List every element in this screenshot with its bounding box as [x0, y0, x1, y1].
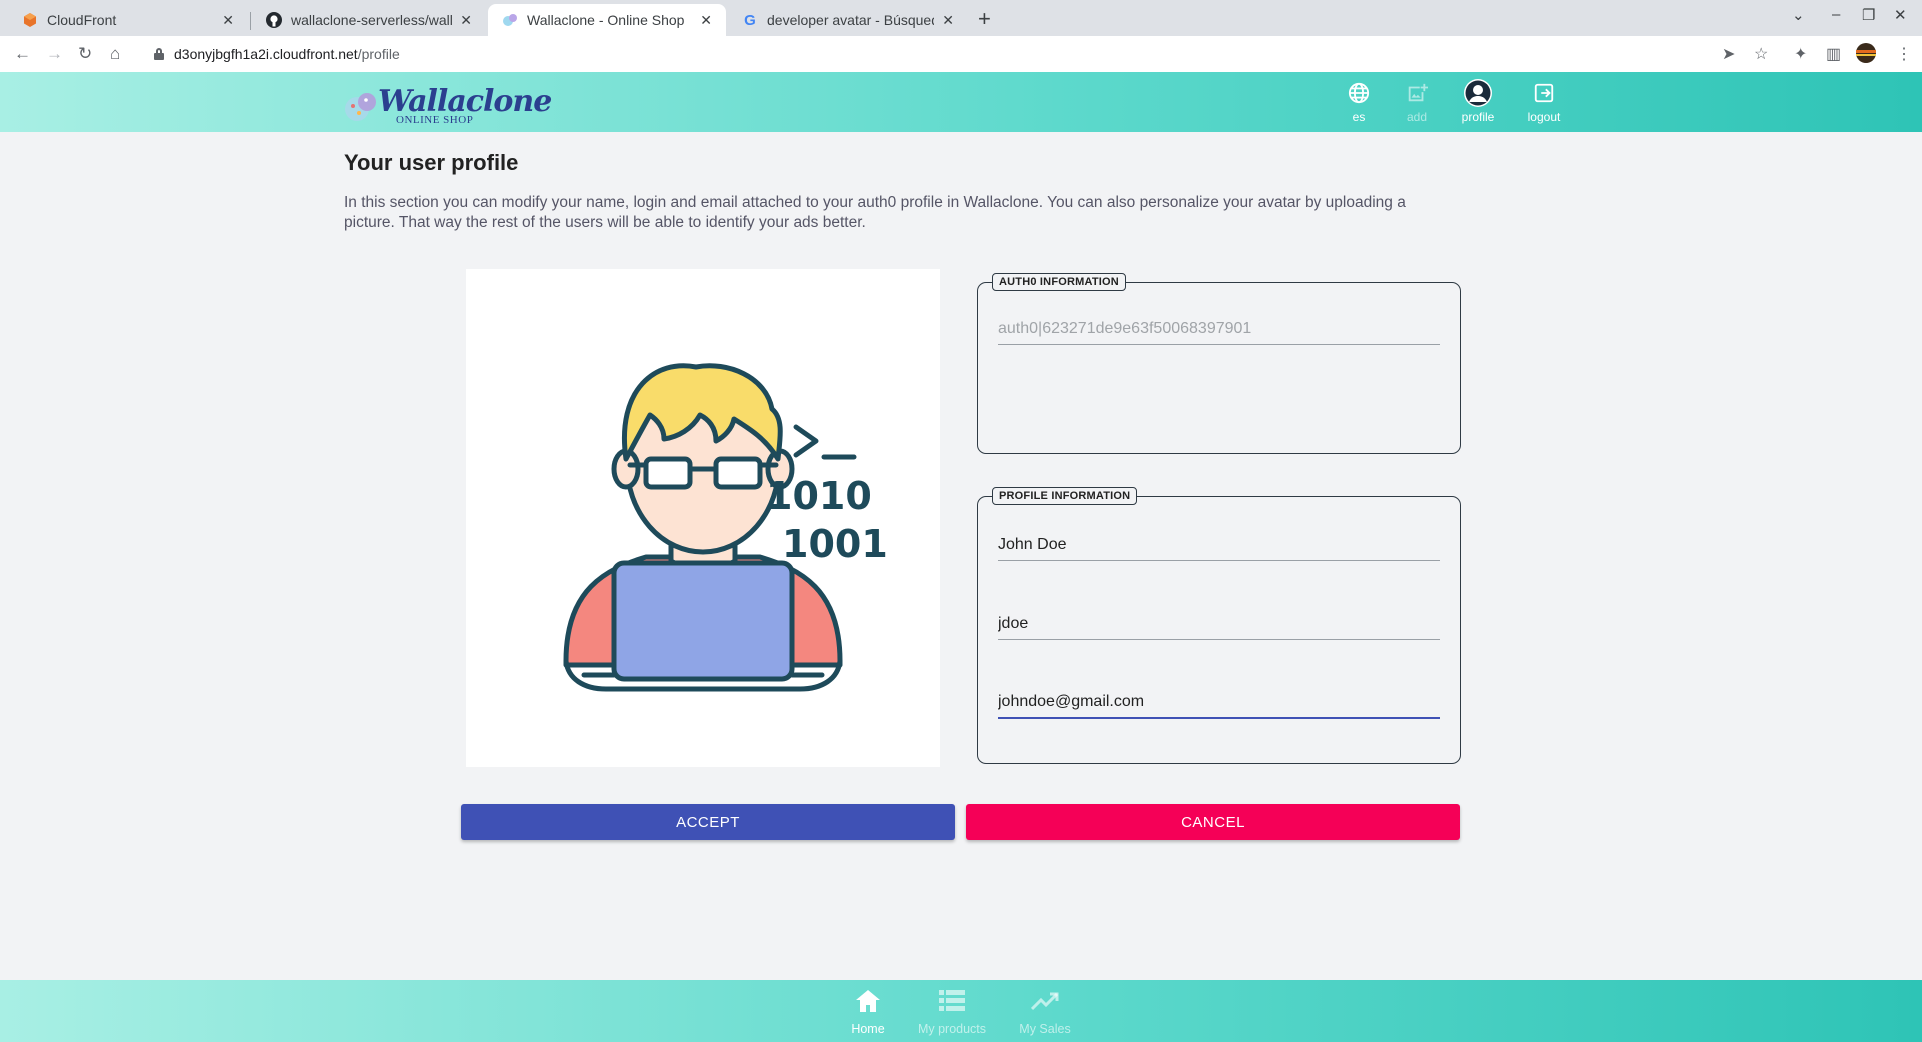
auth0-id-field [998, 313, 1440, 345]
email-input[interactable] [998, 687, 1440, 717]
cancel-button[interactable]: CANCEL [966, 804, 1460, 840]
wallaclone-icon [502, 12, 518, 28]
browser-tab-github[interactable]: wallaclone-serverless/wallaclone ✕ [252, 4, 486, 36]
browser-avatar[interactable] [1856, 43, 1876, 68]
nav-language-label: es [1352, 110, 1366, 124]
back-icon[interactable]: ← [14, 44, 31, 64]
browser-toolbar: ← → ↻ ⌂ d3onyjbgfh1a2i.cloudfront.net/pr… [0, 36, 1922, 72]
developer-avatar-image: 1010 1001 [563, 363, 888, 692]
page-description: In this section you can modify your name… [344, 194, 1406, 231]
page-title: Your user profile [344, 150, 519, 175]
close-icon[interactable]: ✕ [700, 12, 712, 29]
chevron-down-icon[interactable]: ⌄ [1792, 6, 1805, 24]
logo-subtext: ONLINE SHOP [396, 114, 474, 126]
reload-icon[interactable]: ↻ [78, 44, 92, 64]
logout-icon [1514, 80, 1574, 106]
name-input[interactable] [998, 529, 1440, 560]
trending-up-icon [990, 988, 1100, 1014]
tab-title: CloudFront [47, 12, 117, 28]
star-icon[interactable]: ☆ [1754, 44, 1768, 64]
profile-legend: PROFILE INFORMATION [992, 487, 1138, 505]
restore-icon[interactable]: ❐ [1862, 6, 1875, 24]
extensions-icon[interactable]: ✦ [1794, 44, 1807, 64]
nav-profile[interactable]: profile [1448, 79, 1508, 128]
profile-information-section: PROFILE INFORMATION [977, 487, 1461, 764]
accept-button[interactable]: ACCEPT [461, 804, 955, 840]
window-close-icon[interactable]: ✕ [1894, 6, 1907, 24]
menu-icon[interactable]: ⋮ [1896, 44, 1912, 64]
app-header: Wallaclone ONLINE SHOP es add profile lo… [0, 72, 1922, 132]
avatar-binary-1: 1010 [766, 474, 872, 518]
tab-title: Wallaclone - Online Shop [527, 12, 685, 28]
url-host: d3onyjbgfh1a2i.cloudfront.net [174, 46, 358, 62]
name-field[interactable] [998, 529, 1440, 561]
auth0-id-input [998, 313, 1440, 344]
close-icon[interactable]: ✕ [942, 12, 954, 29]
tab-title: wallaclone-serverless/wallaclone [291, 12, 453, 28]
send-icon[interactable]: ➤ [1722, 44, 1735, 64]
close-icon[interactable]: ✕ [460, 12, 472, 29]
url-path: /profile [357, 46, 400, 62]
avatar-binary-2: 1001 [782, 522, 888, 566]
nav-language[interactable]: es [1329, 80, 1389, 128]
lock-icon [154, 48, 164, 60]
new-tab-button[interactable]: + [978, 6, 991, 32]
nav-add-label: add [1406, 110, 1428, 124]
address-bar[interactable]: d3onyjbgfh1a2i.cloudfront.net/profile [140, 40, 1770, 68]
nav-logout[interactable]: logout [1514, 80, 1574, 128]
aws-icon [22, 12, 38, 28]
bottom-nav-my-sales-label: My Sales [1019, 1022, 1071, 1036]
globe-icon [1329, 80, 1389, 106]
browser-tab-wallaclone[interactable]: Wallaclone - Online Shop ✕ [488, 4, 726, 36]
account-circle-icon [1448, 79, 1508, 107]
nav-add[interactable]: add [1387, 80, 1447, 128]
google-icon: G [744, 11, 756, 29]
email-field[interactable] [998, 687, 1440, 719]
login-field[interactable] [998, 608, 1440, 640]
github-icon [266, 12, 282, 28]
nav-logout-label: logout [1527, 110, 1561, 124]
browser-tab-cloudfront[interactable]: CloudFront ✕ [8, 4, 248, 36]
auth0-information-section: AUTH0 INFORMATION [977, 273, 1461, 454]
login-input[interactable] [998, 608, 1440, 639]
bottom-nav-my-sales[interactable]: My Sales [990, 988, 1100, 1036]
bottom-navigation: Home My products My Sales [0, 980, 1922, 1042]
tab-title: developer avatar - Búsqueda de Google [767, 12, 934, 28]
nav-profile-label: profile [1461, 110, 1495, 124]
auth0-legend: AUTH0 INFORMATION [992, 273, 1126, 291]
forward-icon[interactable]: → [46, 44, 63, 64]
browser-tab-google[interactable]: G developer avatar - Búsqueda de Google … [728, 4, 968, 36]
side-panel-icon[interactable]: ▥ [1826, 44, 1841, 64]
close-icon[interactable]: ✕ [222, 12, 234, 29]
add-photo-icon [1387, 80, 1447, 106]
tab-divider [250, 12, 251, 30]
logo-bubble-icon [345, 93, 376, 121]
browser-tabstrip: CloudFront ✕ wallaclone-serverless/walla… [0, 0, 1922, 36]
wallaclone-logo[interactable]: Wallaclone ONLINE SHOP [344, 84, 552, 126]
minimize-icon[interactable]: – [1832, 6, 1840, 23]
home-browser-icon[interactable]: ⌂ [110, 44, 120, 64]
avatar-upload[interactable]: 1010 1001 [466, 269, 940, 767]
